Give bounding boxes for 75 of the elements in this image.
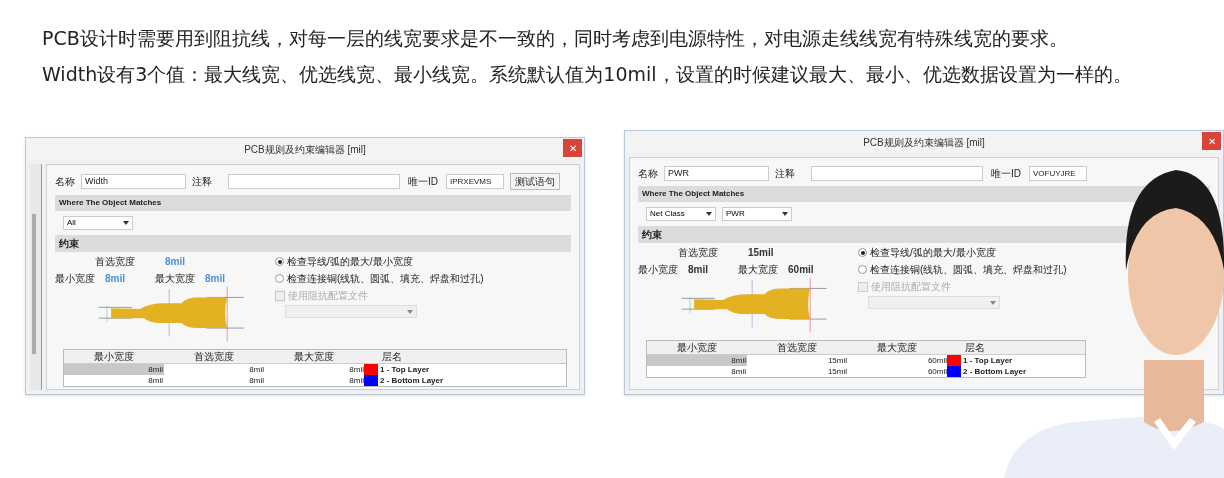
min-width-label: 最小宽度 xyxy=(638,263,678,276)
comment-label: 注释 xyxy=(775,167,795,181)
preferred-width-value: 8mil xyxy=(165,255,185,268)
table-cell-text: 60mil xyxy=(926,366,947,377)
table-cell-text: 8mil xyxy=(248,364,264,375)
window-title: PCB规则及约束编辑器 [mil] xyxy=(244,142,366,157)
name-label: 名称 xyxy=(55,175,75,189)
comment-field[interactable] xyxy=(811,166,983,181)
comment-label: 注释 xyxy=(192,175,212,189)
table-cell-text: 8mil xyxy=(147,375,164,386)
table-cell: 8mil xyxy=(647,355,747,366)
condition-dropdown[interactable]: Net Class xyxy=(646,207,716,221)
column-header: 最大宽度 xyxy=(876,341,918,354)
column-header: 首选宽度 xyxy=(776,341,818,354)
table-cell-text: 8mil xyxy=(248,375,264,386)
profile-dropdown[interactable] xyxy=(868,296,1000,309)
unique-id-label: 唯一ID xyxy=(991,167,1021,181)
test-query-button[interactable]: 测试语句 xyxy=(510,173,560,190)
name-field[interactable]: Width xyxy=(81,174,186,189)
column-header: 层名 xyxy=(964,341,986,354)
table-cell-text: 15mil xyxy=(826,355,847,366)
name-label: 名称 xyxy=(638,167,658,181)
name-field[interactable]: PWR xyxy=(664,166,769,181)
table-cell: 1 - Top Layer xyxy=(380,364,430,375)
radio-option[interactable]: 检查连接铜(线轨、圆弧、填充、焊盘和过孔) xyxy=(858,262,1067,277)
max-width-value: 8mil xyxy=(205,272,226,285)
caret-icon xyxy=(706,212,712,216)
radio-option[interactable]: 检查连接铜(线轨、圆弧、填充、焊盘和过孔) xyxy=(275,271,484,286)
table-cell-text: 8mil xyxy=(348,364,364,375)
section-header: 约束 xyxy=(55,235,571,252)
table-row[interactable]: 8mil 8mil 8mil 1 - Top Layer xyxy=(64,364,566,375)
unique-id-field[interactable]: VOFUYJRE xyxy=(1029,166,1087,181)
close-button[interactable]: ✕ xyxy=(1202,132,1221,150)
max-width-label: 最大宽度 xyxy=(155,272,195,285)
radio-option[interactable]: 检查导线/弧的最大/最小宽度 xyxy=(858,245,996,260)
column-header: 最小宽度 xyxy=(676,341,718,354)
caret-icon xyxy=(123,221,129,225)
table-cell: 8mil xyxy=(64,364,164,375)
caret-icon xyxy=(407,309,413,314)
table-row[interactable]: 8mil 15mil 60mil 1 - Top Layer xyxy=(647,355,1085,366)
min-width-value: 8mil xyxy=(688,263,708,276)
preferred-width-label: 首选宽度 xyxy=(678,246,718,259)
intro-paragraph: Width设有3个值：最大线宽、优选线宽、最小线宽。系统默认值为10mil，设置的时候建议最大、最小、优选数据设置为一样的。 xyxy=(42,62,1133,86)
table-cell-text: 8mil xyxy=(348,375,364,386)
window-title: PCB规则及约束编辑器 [mil] xyxy=(863,135,985,150)
table-cell: 2 - Bottom Layer xyxy=(963,366,1027,377)
min-width-label: 最小宽度 xyxy=(55,272,95,285)
max-width-label: 最大宽度 xyxy=(738,263,778,276)
intro-paragraph: PCB设计时需要用到阻抗线，对每一层的线宽要求是不一致的，同时考虑到电源特性，对电源走线线宽有特殊线宽的要求。 xyxy=(42,26,1069,50)
radio-option[interactable]: 检查导线/弧的最大/最小宽度 xyxy=(275,254,413,269)
table-cell: 1 - Top Layer xyxy=(963,355,1013,366)
column-header: 最大宽度 xyxy=(293,350,335,363)
close-button[interactable]: ✕ xyxy=(563,139,582,157)
table-cell-text: 60mil xyxy=(926,355,947,366)
column-header: 层名 xyxy=(381,350,403,363)
comment-field[interactable] xyxy=(228,174,400,189)
condition-dropdown[interactable]: PWR xyxy=(722,207,792,221)
unique-id-field[interactable]: IPRXEVMS xyxy=(446,174,504,189)
table-cell: 2 - Bottom Layer xyxy=(380,375,444,386)
section-header: Where The Object Matches xyxy=(55,195,571,211)
column-header: 首选宽度 xyxy=(193,350,235,363)
caret-icon xyxy=(782,212,788,216)
preferred-width-label: 首选宽度 xyxy=(95,255,135,268)
condition-dropdown[interactable]: All xyxy=(63,216,133,230)
min-width-value: 8mil xyxy=(105,272,125,285)
table-cell-text: 15mil xyxy=(826,366,847,377)
column-header: 最小宽度 xyxy=(93,350,135,363)
preferred-width-value: 15mil xyxy=(748,246,774,259)
unique-id-label: 唯一ID xyxy=(408,175,438,189)
caret-icon xyxy=(990,300,996,305)
table-cell-text: 8mil xyxy=(730,366,747,377)
profile-dropdown[interactable] xyxy=(285,305,417,318)
table-row[interactable]: 8mil 8mil 8mil 2 - Bottom Layer xyxy=(64,375,566,386)
max-width-value: 60mil xyxy=(788,263,814,276)
table-row[interactable]: 8mil 15mil 60mil 2 - Bottom Layer xyxy=(647,366,1085,377)
